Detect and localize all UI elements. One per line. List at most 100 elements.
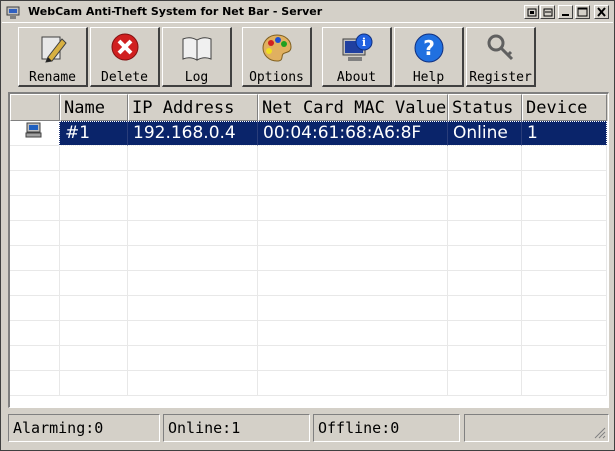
empty-cell [128,221,258,246]
empty-cell [10,171,60,196]
log-button[interactable]: Log [162,27,232,87]
empty-cell [258,171,448,196]
empty-cell [60,221,128,246]
empty-cell [128,371,258,396]
client-list[interactable]: Name IP Address Net Card MAC Value Statu… [8,92,609,408]
column-header-device[interactable]: Device [522,94,607,121]
empty-row [10,296,608,321]
main-window: WebCam Anti-Theft System for Net Bar - S… [0,0,615,451]
options-button[interactable]: Options [242,27,312,87]
delete-icon [111,33,138,61]
info-icon: i [342,33,372,61]
delete-button[interactable]: Delete [90,27,160,87]
column-header-status[interactable]: Status [448,94,522,121]
empty-cell [522,246,607,271]
empty-cell [448,346,522,371]
empty-cell [522,171,607,196]
empty-cell [522,346,607,371]
status-offline: Offline:0 [313,414,460,442]
empty-cell [10,371,60,396]
empty-cell [448,196,522,221]
empty-row [10,146,608,171]
maximize-icon [577,7,588,17]
empty-cell [60,371,128,396]
register-button[interactable]: Register [466,27,536,87]
empty-cell [128,196,258,221]
empty-row [10,271,608,296]
row-icon-cell [10,121,60,146]
list-header: Name IP Address Net Card MAC Value Statu… [10,94,608,121]
toolbar: Rename Delete Log Options i About ? Help… [2,22,613,90]
column-header-mac[interactable]: Net Card MAC Value [258,94,448,121]
empty-cell [522,146,607,171]
cell-device: 1 [522,121,607,146]
status-alarming: Alarming:0 [8,414,160,442]
rename-label: Rename [29,70,76,85]
empty-cell [60,271,128,296]
empty-row [10,246,608,271]
empty-cell [128,296,258,321]
empty-cell [128,346,258,371]
close-button[interactable] [594,5,609,19]
empty-cell [522,196,607,221]
book-icon [182,37,211,61]
help-button[interactable]: ? Help [394,27,464,87]
empty-cell [448,371,522,396]
minimize-window-button[interactable] [558,5,573,19]
minimize-window-icon [562,14,569,16]
table-row[interactable]: #1 192.168.0.4 00:04:61:68:A6:8F Online … [10,121,608,146]
cell-name: #1 [60,121,128,146]
minimize-button[interactable] [524,5,539,19]
computer-icon [25,122,42,138]
empty-cell [10,321,60,346]
title-bar[interactable]: WebCam Anti-Theft System for Net Bar - S… [2,2,613,22]
resize-grip-icon[interactable] [592,425,606,439]
empty-cell [60,321,128,346]
column-header-icon[interactable] [10,94,60,121]
empty-cell [128,146,258,171]
empty-cell [448,321,522,346]
empty-row [10,171,608,196]
empty-cell [258,271,448,296]
help-label: Help [412,70,445,85]
cell-ip: 192.168.0.4 [128,121,258,146]
empty-cell [60,346,128,371]
empty-cell [128,321,258,346]
svg-text:?: ? [423,36,435,60]
empty-cell [448,271,522,296]
about-button[interactable]: i About [322,27,392,87]
empty-cell [128,271,258,296]
app-icon[interactable] [6,5,20,19]
empty-cell [258,346,448,371]
empty-cell [258,246,448,271]
svg-text:i: i [361,36,365,49]
options-label: Options [249,70,304,85]
empty-cell [60,146,128,171]
minimize-icon [527,8,537,17]
empty-cell [522,371,607,396]
empty-cell [10,271,60,296]
close-icon [597,7,606,17]
delete-label: Delete [101,70,148,85]
empty-cell [448,246,522,271]
column-header-name[interactable]: Name [60,94,128,121]
cell-status: Online [448,121,522,146]
empty-cell [522,221,607,246]
empty-cell [10,146,60,171]
rename-button[interactable]: Rename [18,27,88,87]
window-title: WebCam Anti-Theft System for Net Bar - S… [28,5,323,18]
empty-cell [258,146,448,171]
empty-cell [10,296,60,321]
empty-row [10,321,608,346]
register-label: Register [469,70,532,85]
restore-icon [543,8,553,17]
empty-cell [258,196,448,221]
restore-button[interactable] [540,5,555,19]
empty-cell [60,171,128,196]
status-empty-panel [464,414,609,442]
empty-cell [258,321,448,346]
maximize-button[interactable] [575,5,590,19]
empty-cell [522,296,607,321]
status-online: Online:1 [163,414,310,442]
column-header-ip[interactable]: IP Address [128,94,258,121]
